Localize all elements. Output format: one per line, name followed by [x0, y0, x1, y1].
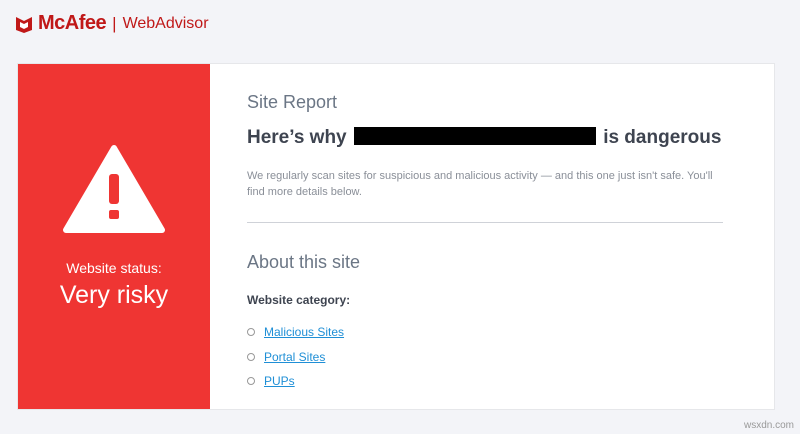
product-name: WebAdvisor [122, 14, 209, 32]
warning-triangle-icon [63, 145, 165, 233]
category-link-malicious[interactable]: Malicious Sites [264, 325, 344, 339]
mcafee-logo: McAfee | WebAdvisor [15, 12, 209, 35]
list-item: Portal Sites [247, 345, 344, 370]
site-report-card: Website status: Very risky Site Report H… [17, 63, 775, 410]
mcafee-shield-icon [16, 16, 32, 33]
page-heading: Here’s why is dangerous [247, 127, 722, 148]
redacted-url [353, 127, 596, 145]
category-link-pups[interactable]: PUPs [264, 374, 295, 388]
report-description: We regularly scan sites for suspicious a… [247, 170, 713, 198]
brand-name: McAfee [38, 12, 107, 34]
website-status-value: Very risky [59, 281, 169, 309]
about-title: About this site [247, 252, 361, 272]
watermark: wsxdn.com [743, 420, 794, 431]
website-status-label: Website status: [66, 260, 162, 276]
status-panel: Website status: Very risky [18, 64, 210, 409]
divider [247, 222, 723, 223]
category-label: Website category: [247, 293, 351, 307]
category-link-portal[interactable]: Portal Sites [264, 350, 325, 364]
category-list: Malicious Sites Portal Sites PUPs [247, 320, 344, 394]
list-item: PUPs [247, 369, 344, 394]
list-item: Malicious Sites [247, 320, 344, 345]
section-title: Site Report [247, 92, 338, 112]
